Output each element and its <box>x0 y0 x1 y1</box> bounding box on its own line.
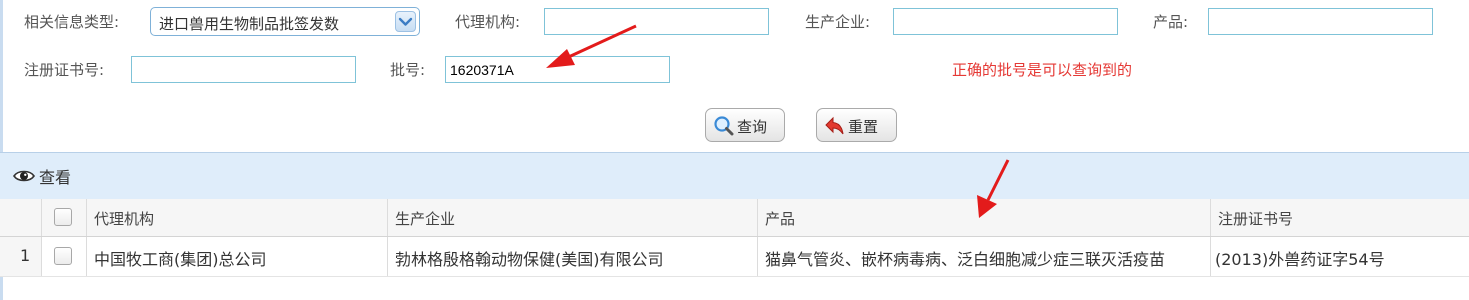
column-header-agent[interactable]: 代理机构 <box>87 199 388 236</box>
reg-no-input[interactable] <box>131 56 356 83</box>
cell-agent-text: 中国牧工商(集团)总公司 <box>94 250 267 269</box>
column-header-manufacturer-label: 生产企业 <box>395 210 456 228</box>
cell-reg-no: (2013)外兽药证字54号 <box>1211 237 1469 276</box>
manufacturer-label: 生产企业: <box>805 13 871 31</box>
manufacturer-input[interactable] <box>893 8 1118 35</box>
info-type-select[interactable]: 进口兽用生物制品批签发数 <box>150 7 420 36</box>
info-type-value: 进口兽用生物制品批签发数 <box>159 15 340 33</box>
info-type-label: 相关信息类型: <box>24 13 120 31</box>
agent-input[interactable] <box>544 8 769 35</box>
header-index-cell <box>0 199 42 236</box>
product-label: 产品: <box>1153 13 1189 31</box>
product-input[interactable] <box>1208 8 1433 35</box>
column-header-reg-no-label: 注册证书号 <box>1218 210 1294 228</box>
search-icon <box>713 115 735 137</box>
column-header-agent-label: 代理机构 <box>94 210 155 228</box>
batch-label: 批号: <box>390 61 426 79</box>
dropdown-arrow-icon[interactable] <box>395 11 416 32</box>
column-header-manufacturer[interactable]: 生产企业 <box>388 199 758 236</box>
row-checkbox[interactable] <box>54 247 72 265</box>
eye-icon <box>12 164 36 188</box>
table-row[interactable]: 1 中国牧工商(集团)总公司 勃林格殷格翰动物保健(美国)有限公司 猫鼻气管炎、… <box>0 237 1469 277</box>
view-panel-header: 查看 <box>0 152 1469 200</box>
reg-no-label: 注册证书号: <box>24 61 105 79</box>
row-checkbox-cell <box>42 237 87 276</box>
cell-product: 猫鼻气管炎、嵌杯病毒病、泛白细胞减少症三联灭活疫苗 <box>758 237 1211 276</box>
batch-input[interactable] <box>445 56 670 83</box>
search-button[interactable]: 查询 <box>705 108 785 142</box>
row-index-cell: 1 <box>0 237 42 276</box>
select-all-checkbox[interactable] <box>54 208 72 226</box>
agent-label: 代理机构: <box>455 13 521 31</box>
cell-product-text: 猫鼻气管炎、嵌杯病毒病、泛白细胞减少症三联灭活疫苗 <box>765 250 1166 269</box>
reset-button-label: 重置 <box>848 118 879 136</box>
column-header-reg-no[interactable]: 注册证书号 <box>1211 199 1469 236</box>
row-index: 1 <box>20 246 31 265</box>
search-button-label: 查询 <box>737 118 768 136</box>
header-checkbox-cell <box>42 199 87 236</box>
annotation-note: 正确的批号是可以查询到的 <box>952 61 1133 79</box>
reset-button[interactable]: 重置 <box>816 108 897 142</box>
table-header: 代理机构 生产企业 产品 注册证书号 <box>0 199 1469 237</box>
cell-manufacturer: 勃林格殷格翰动物保健(美国)有限公司 <box>388 237 758 276</box>
reset-icon <box>824 115 846 137</box>
cell-reg-no-text: (2013)外兽药证字54号 <box>1215 250 1385 269</box>
cell-manufacturer-text: 勃林格殷格翰动物保健(美国)有限公司 <box>395 250 664 269</box>
view-panel-title: 查看 <box>39 168 72 187</box>
column-header-product[interactable]: 产品 <box>758 199 1211 236</box>
cell-agent: 中国牧工商(集团)总公司 <box>87 237 388 276</box>
column-header-product-label: 产品 <box>765 210 796 228</box>
